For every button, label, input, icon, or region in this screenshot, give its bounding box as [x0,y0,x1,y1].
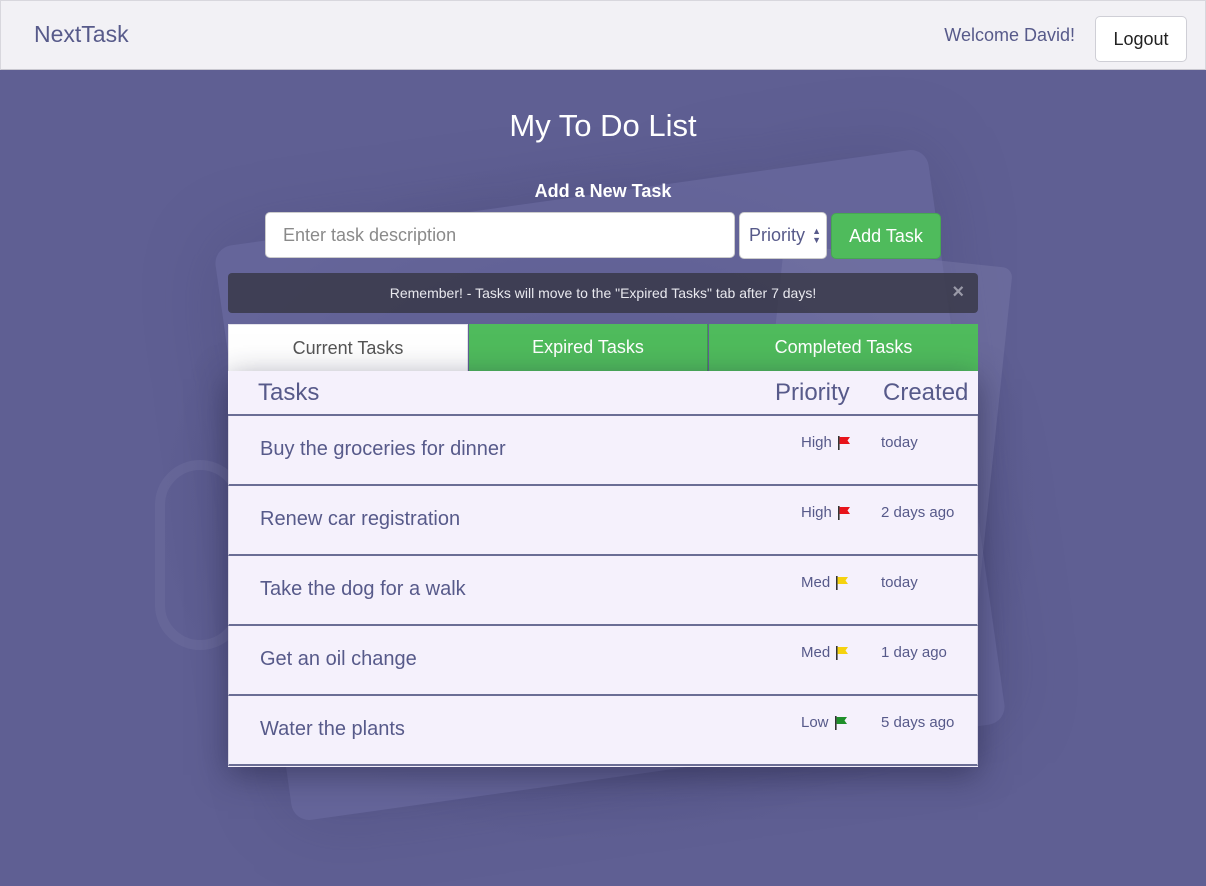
task-description: Take the dog for a walk [260,578,466,600]
flag-icon [835,645,849,660]
add-task-button[interactable]: Add Task [831,213,941,259]
logout-button[interactable]: Logout [1095,16,1187,62]
priority-label: High [801,434,832,451]
alert-text: Remember! - Tasks will move to the "Expi… [389,285,817,301]
priority-select-value: Priority [749,225,806,245]
task-description: Renew car registration [260,508,461,530]
flag-icon [837,505,851,520]
priority-label: High [801,504,832,521]
task-description: Water the plants [260,718,405,740]
table-row[interactable]: Take the dog for a walk Med today [228,556,978,626]
select-arrows-icon: ▲ ▼ [812,226,821,245]
tab-current-tasks[interactable]: Current Tasks [228,324,468,371]
flag-icon [837,435,851,450]
column-header-priority: Priority [775,379,850,406]
column-header-tasks: Tasks [258,379,320,406]
table-row[interactable]: Renew car registration High 2 days ago [228,486,978,556]
tab-completed-tasks[interactable]: Completed Tasks [709,324,978,371]
navbar: NextTask Welcome David! Logout [0,0,1206,70]
task-description: Get an oil change [260,648,417,670]
column-header-created: Created [883,379,969,406]
task-created: 5 days ago [881,714,955,731]
task-table: Tasks Priority Created Buy the groceries… [228,371,978,767]
tab-expired-tasks[interactable]: Expired Tasks [469,324,708,371]
table-row[interactable]: Water the plants Low 5 days ago [228,696,978,766]
task-priority: High [801,434,851,451]
welcome-message: Welcome David! [944,25,1075,45]
task-priority: Med [801,644,849,661]
task-priority: Low [801,714,848,731]
task-created: 2 days ago [881,504,955,521]
brand-logo[interactable]: NextTask [34,21,129,48]
add-task-heading: Add a New Task [534,181,672,201]
task-created: today [881,574,918,591]
priority-select[interactable]: Priority ▲ ▼ [739,212,827,259]
task-created: today [881,434,918,451]
close-icon[interactable]: × [952,281,964,304]
priority-label: Low [801,714,829,731]
task-priority: High [801,504,851,521]
table-row[interactable]: Buy the groceries for dinner High today [228,416,978,486]
flag-icon [834,715,848,730]
task-tabs: Current Tasks Expired Tasks Completed Ta… [228,324,978,371]
page-title: My To Do List [509,108,697,143]
priority-label: Med [801,574,831,591]
task-priority: Med [801,574,849,591]
task-description: Buy the groceries for dinner [260,438,506,460]
table-header: Tasks Priority Created [228,371,978,416]
flag-icon [835,575,849,590]
table-row[interactable]: Get an oil change Med 1 day ago [228,626,978,696]
reminder-alert: Remember! - Tasks will move to the "Expi… [228,273,978,313]
task-description-input[interactable] [265,212,735,258]
priority-label: Med [801,644,831,661]
task-created: 1 day ago [881,644,947,661]
